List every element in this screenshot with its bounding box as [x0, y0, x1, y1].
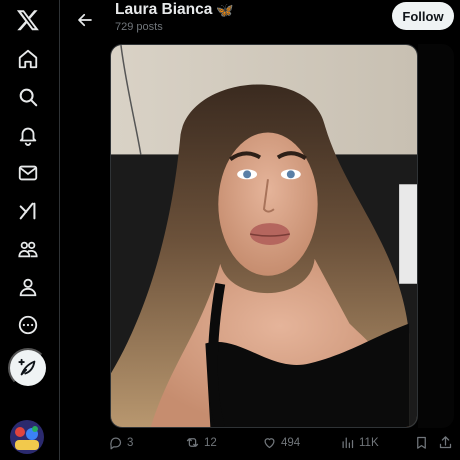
reply-icon — [108, 435, 123, 450]
post-actions-bar: 3 12 494 11K — [100, 432, 460, 458]
repost-icon — [185, 435, 200, 450]
photo-illustration — [111, 45, 417, 427]
views-chart-icon — [340, 435, 355, 450]
post-count: 729 posts — [115, 21, 163, 33]
profile-header: Laura Bianca 🦋 729 posts Follow — [61, 0, 460, 40]
butterfly-emoji: 🦋 — [216, 1, 234, 18]
grok-icon[interactable] — [8, 191, 48, 231]
heart-icon — [262, 435, 277, 450]
search-icon[interactable] — [8, 77, 48, 117]
bookmark-icon — [414, 435, 429, 450]
mail-icon[interactable] — [8, 153, 48, 193]
bookmark-button[interactable] — [414, 435, 429, 450]
repost-count: 12 — [204, 436, 217, 449]
avatar[interactable] — [10, 420, 44, 454]
views-count: 11K — [359, 436, 379, 449]
home-icon[interactable] — [8, 39, 48, 79]
back-button[interactable] — [69, 4, 101, 36]
side-navigation — [0, 0, 60, 460]
compose-post-button[interactable] — [8, 348, 48, 388]
share-icon — [438, 435, 453, 450]
x-logo-icon[interactable] — [8, 0, 48, 40]
post-media-image[interactable] — [110, 44, 418, 428]
profile-icon[interactable] — [8, 267, 48, 307]
like-button[interactable]: 494 — [262, 435, 300, 450]
share-button[interactable] — [438, 435, 453, 450]
media-gallery-edge — [418, 44, 454, 428]
compose-feather-icon — [17, 357, 39, 379]
bell-icon[interactable] — [8, 115, 48, 155]
communities-icon[interactable] — [8, 229, 48, 269]
more-icon[interactable] — [8, 305, 48, 345]
profile-name: Laura Bianca 🦋 — [115, 1, 234, 19]
reply-count: 3 — [127, 436, 134, 449]
follow-button[interactable]: Follow — [392, 2, 454, 30]
views-button[interactable]: 11K — [340, 435, 379, 450]
arrow-left-icon — [76, 11, 94, 29]
repost-button[interactable]: 12 — [185, 435, 217, 450]
like-count: 494 — [281, 436, 301, 449]
reply-button[interactable]: 3 — [108, 435, 133, 450]
profile-name-text: Laura Bianca — [115, 1, 213, 18]
